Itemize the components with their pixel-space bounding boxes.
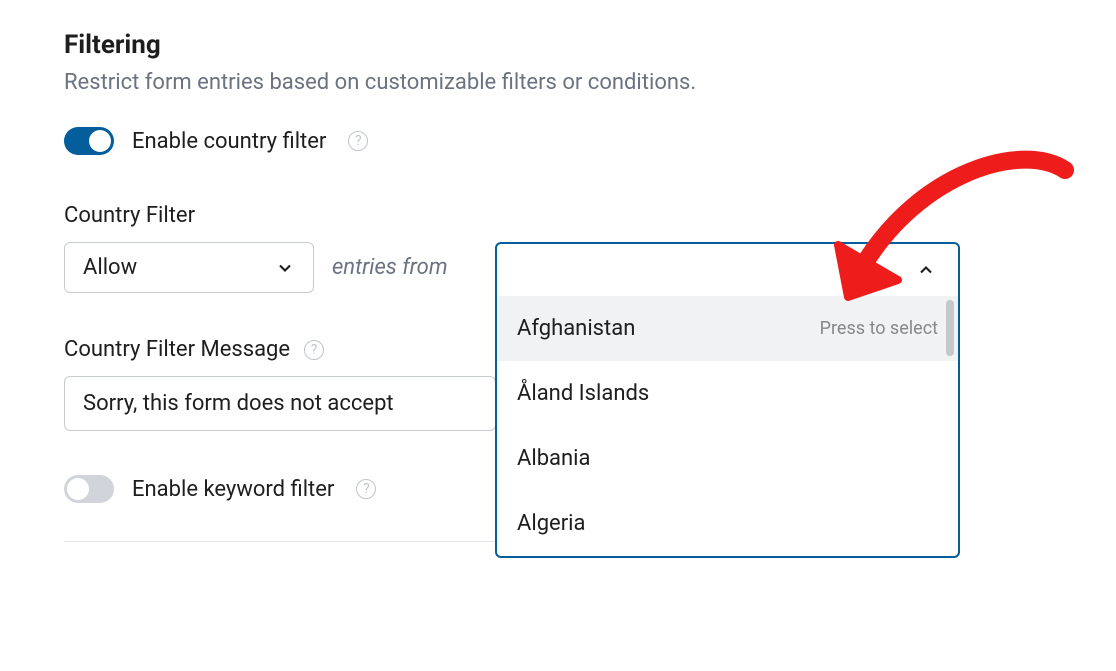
country-filter-section: Country Filter Allow entries from Afghan… bbox=[64, 203, 1052, 542]
press-to-select-hint: Press to select bbox=[820, 318, 938, 339]
country-dropdown-header[interactable] bbox=[497, 244, 958, 296]
toggle-knob bbox=[89, 130, 111, 152]
allow-deny-value: Allow bbox=[83, 255, 137, 280]
help-icon[interactable]: ? bbox=[356, 479, 376, 499]
keyword-filter-toggle-label: Enable keyword filter bbox=[132, 477, 334, 502]
help-icon[interactable]: ? bbox=[348, 131, 368, 151]
country-filter-row: Allow entries from Afghanistan Press to … bbox=[64, 242, 1052, 293]
country-filter-toggle-row: Enable country filter ? bbox=[64, 127, 1052, 155]
country-option-label: Albania bbox=[517, 446, 591, 471]
chevron-up-icon bbox=[916, 260, 936, 280]
country-option[interactable]: Albania bbox=[497, 426, 958, 491]
section-title: Filtering bbox=[64, 30, 1052, 60]
divider bbox=[64, 541, 500, 542]
country-filter-toggle[interactable] bbox=[64, 127, 114, 155]
country-option-label: Åland Islands bbox=[517, 381, 649, 406]
allow-deny-select[interactable]: Allow bbox=[64, 242, 314, 293]
country-filter-label: Country Filter bbox=[64, 203, 1052, 228]
country-filter-message-label-text: Country Filter Message bbox=[64, 337, 290, 362]
country-dropdown: Afghanistan Press to select Åland Island… bbox=[495, 242, 960, 558]
scrollbar[interactable] bbox=[946, 300, 954, 356]
country-option-label: Algeria bbox=[517, 511, 586, 536]
section-description: Restrict form entries based on customiza… bbox=[64, 70, 1052, 95]
country-option[interactable]: Algeria bbox=[497, 491, 958, 556]
keyword-filter-toggle[interactable] bbox=[64, 475, 114, 503]
country-dropdown-list: Afghanistan Press to select Åland Island… bbox=[497, 296, 958, 556]
country-option-label: Afghanistan bbox=[517, 316, 635, 341]
toggle-knob bbox=[67, 478, 89, 500]
help-icon[interactable]: ? bbox=[304, 340, 324, 360]
country-option[interactable]: Åland Islands bbox=[497, 361, 958, 426]
country-filter-toggle-label: Enable country filter bbox=[132, 129, 326, 154]
country-option[interactable]: Afghanistan Press to select bbox=[497, 296, 958, 361]
country-filter-message-input[interactable] bbox=[64, 376, 496, 431]
entries-from-text: entries from bbox=[332, 255, 448, 280]
chevron-down-icon bbox=[275, 258, 295, 278]
